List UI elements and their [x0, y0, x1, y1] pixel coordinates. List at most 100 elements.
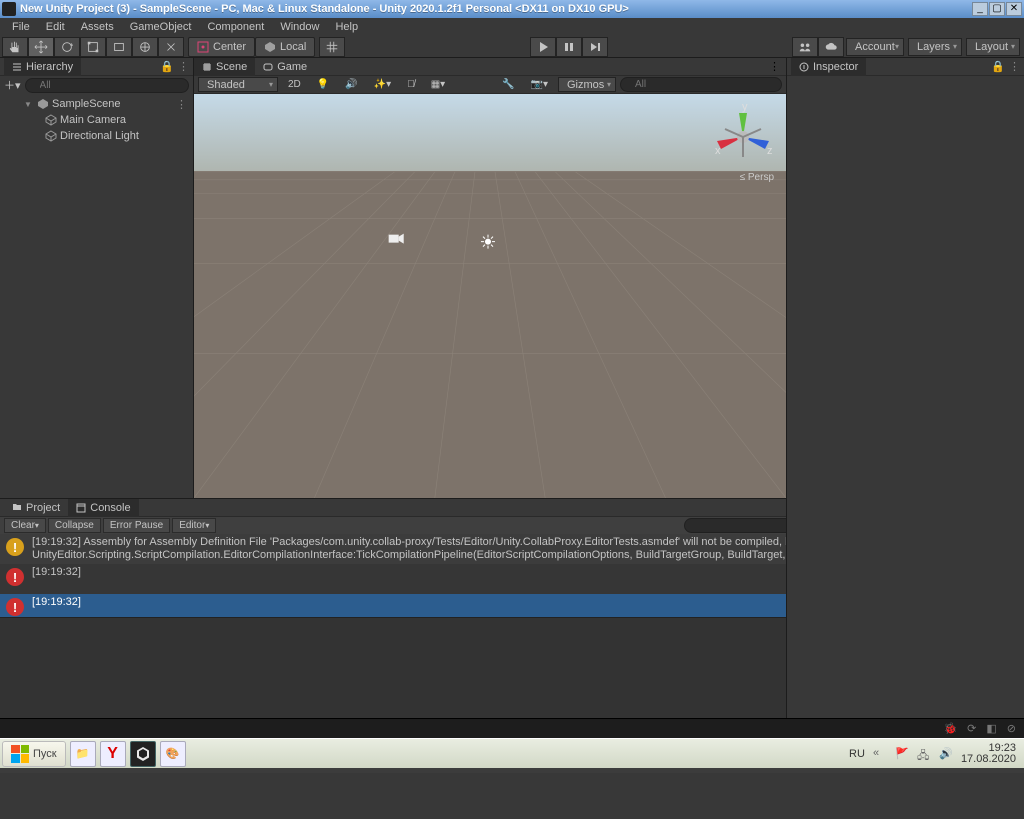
menu-file[interactable]: File [4, 19, 38, 35]
tray-network-icon[interactable]: 🖧 [917, 747, 931, 761]
inspector-panel-header: Inspector 🔒 ⋮ [787, 58, 1024, 76]
panel-menu-icon[interactable]: ⋮ [769, 61, 780, 73]
toggle-2d[interactable]: 2D [282, 77, 307, 92]
layers-icon[interactable]: ◧ [986, 722, 996, 735]
scene-search[interactable] [620, 77, 782, 92]
scene-tabs: Scene Game ⋮ [194, 58, 786, 76]
step-button[interactable] [582, 37, 608, 57]
project-tab[interactable]: Project [4, 500, 68, 516]
windows-flag-icon [11, 745, 29, 763]
unity-scene-icon [36, 98, 50, 110]
pause-button[interactable] [556, 37, 582, 57]
menu-assets[interactable]: Assets [73, 19, 122, 35]
gameobject-icon [44, 130, 58, 142]
palette-icon: 🎨 [166, 747, 180, 760]
layers-dropdown[interactable]: Layers [908, 38, 962, 56]
menu-component[interactable]: Component [199, 19, 272, 35]
window-titlebar: New Unity Project (3) - SampleScene - PC… [0, 0, 1024, 18]
scene-icon [202, 62, 212, 72]
status-strip: 🐞 ⟳ ◧ ⊘ [0, 718, 1024, 738]
error-icon: ! [6, 568, 24, 586]
svg-text:x: x [715, 145, 721, 157]
local-icon [264, 41, 276, 53]
close-button[interactable]: ✕ [1006, 2, 1022, 16]
scene-tab[interactable]: Scene [194, 58, 255, 76]
panel-menu-icon[interactable]: ⋮ [1009, 60, 1020, 73]
yandex-icon: Y [107, 745, 118, 763]
maximize-button[interactable]: ▢ [989, 2, 1005, 16]
inspector-tab[interactable]: Inspector [791, 58, 866, 76]
hand-tool[interactable] [2, 37, 28, 57]
language-indicator[interactable]: RU [849, 748, 865, 760]
pivot-center-toggle[interactable]: Center [188, 37, 255, 57]
toggle-fx-icon[interactable]: ✨▾ [368, 77, 397, 92]
menu-gameobject[interactable]: GameObject [122, 19, 200, 35]
taskbar-clock[interactable]: 19:23 17.08.2020 [961, 743, 1016, 765]
cloud-button[interactable] [818, 37, 844, 57]
toggle-hidden-icon[interactable]: 👁̸ [401, 77, 421, 92]
console-error-pause[interactable]: Error Pause [103, 518, 170, 533]
tree-scene-row[interactable]: ▼ SampleScene ⋮ [0, 96, 193, 112]
camera-icon[interactable]: 📷▾ [525, 77, 554, 92]
system-tray: RU « 🚩 🖧 🔊 19:23 17.08.2020 [849, 743, 1022, 765]
task-paint[interactable]: 🎨 [160, 741, 186, 767]
lock-icon[interactable]: 🔒 [160, 60, 174, 73]
collab-button[interactable] [792, 37, 818, 57]
camera-gizmo-icon [389, 234, 404, 244]
tree-item[interactable]: Main Camera [0, 112, 193, 128]
tray-volume-icon[interactable]: 🔊 [939, 747, 953, 761]
create-dropdown[interactable]: ＋▾ [4, 77, 21, 93]
tray-flag-icon[interactable]: 🚩 [895, 747, 909, 761]
local-global-toggle[interactable]: Local [255, 37, 315, 57]
console-clear[interactable]: Clear [4, 518, 46, 533]
minimize-button[interactable]: _ [972, 2, 988, 16]
scene-grid [194, 94, 786, 498]
projection-label[interactable]: ≤ Persp [740, 172, 774, 183]
tools-icon[interactable]: 🔧 [496, 77, 520, 92]
gameobject-icon [44, 114, 58, 126]
shading-dropdown[interactable]: Shaded [198, 77, 278, 92]
task-unity[interactable] [130, 741, 156, 767]
layout-dropdown[interactable]: Layout [966, 38, 1020, 56]
rotate-tool[interactable] [54, 37, 80, 57]
menu-edit[interactable]: Edit [38, 19, 73, 35]
windows-taskbar: Пуск 📁 Y 🎨 RU « 🚩 🖧 🔊 19:23 17.08.2020 [0, 738, 1024, 768]
task-explorer[interactable]: 📁 [70, 741, 96, 767]
scale-tool[interactable] [80, 37, 106, 57]
custom-tool[interactable] [158, 37, 184, 57]
game-tab[interactable]: Game [255, 58, 315, 76]
lock-icon[interactable]: 🔒 [991, 60, 1005, 73]
unity-icon [135, 746, 151, 762]
console-collapse[interactable]: Collapse [48, 518, 101, 533]
move-tool[interactable] [28, 37, 54, 57]
tray-expand-icon[interactable]: « [873, 747, 887, 761]
check-icon[interactable]: ⊘ [1007, 722, 1016, 735]
task-yandex[interactable]: Y [100, 741, 126, 767]
bug-icon[interactable]: 🐞 [943, 722, 957, 735]
play-button[interactable] [530, 37, 556, 57]
gizmos-dropdown[interactable]: Gizmos [558, 77, 616, 92]
window-title: New Unity Project (3) - SampleScene - PC… [20, 3, 972, 15]
console-editor[interactable]: Editor [172, 518, 216, 533]
hierarchy-search[interactable] [25, 78, 189, 93]
rect-tool[interactable] [106, 37, 132, 57]
light-gizmo-icon [481, 235, 495, 249]
hierarchy-tab[interactable]: Hierarchy [4, 58, 81, 76]
refresh-icon[interactable]: ⟳ [967, 722, 976, 735]
orientation-gizmo[interactable]: x y z [708, 102, 778, 172]
panel-menu-icon[interactable]: ⋮ [178, 60, 189, 73]
account-dropdown[interactable]: Account [846, 38, 904, 56]
snap-toggle[interactable] [319, 37, 345, 57]
scene-viewport[interactable]: x y z ≤ Persp [194, 94, 786, 498]
start-button[interactable]: Пуск [2, 741, 66, 767]
tree-item[interactable]: Directional Light [0, 128, 193, 144]
toggle-grid-icon[interactable]: ▦▾ [425, 77, 451, 92]
toggle-lighting-icon[interactable]: 💡 [311, 77, 335, 92]
toggle-audio-icon[interactable]: 🔊 [339, 77, 363, 92]
menu-help[interactable]: Help [327, 19, 366, 35]
menu-window[interactable]: Window [272, 19, 327, 35]
console-tab[interactable]: Console [68, 499, 138, 517]
transform-tool[interactable] [132, 37, 158, 57]
bottom-strip [0, 768, 1024, 773]
scene-menu-icon[interactable]: ⋮ [176, 98, 193, 111]
